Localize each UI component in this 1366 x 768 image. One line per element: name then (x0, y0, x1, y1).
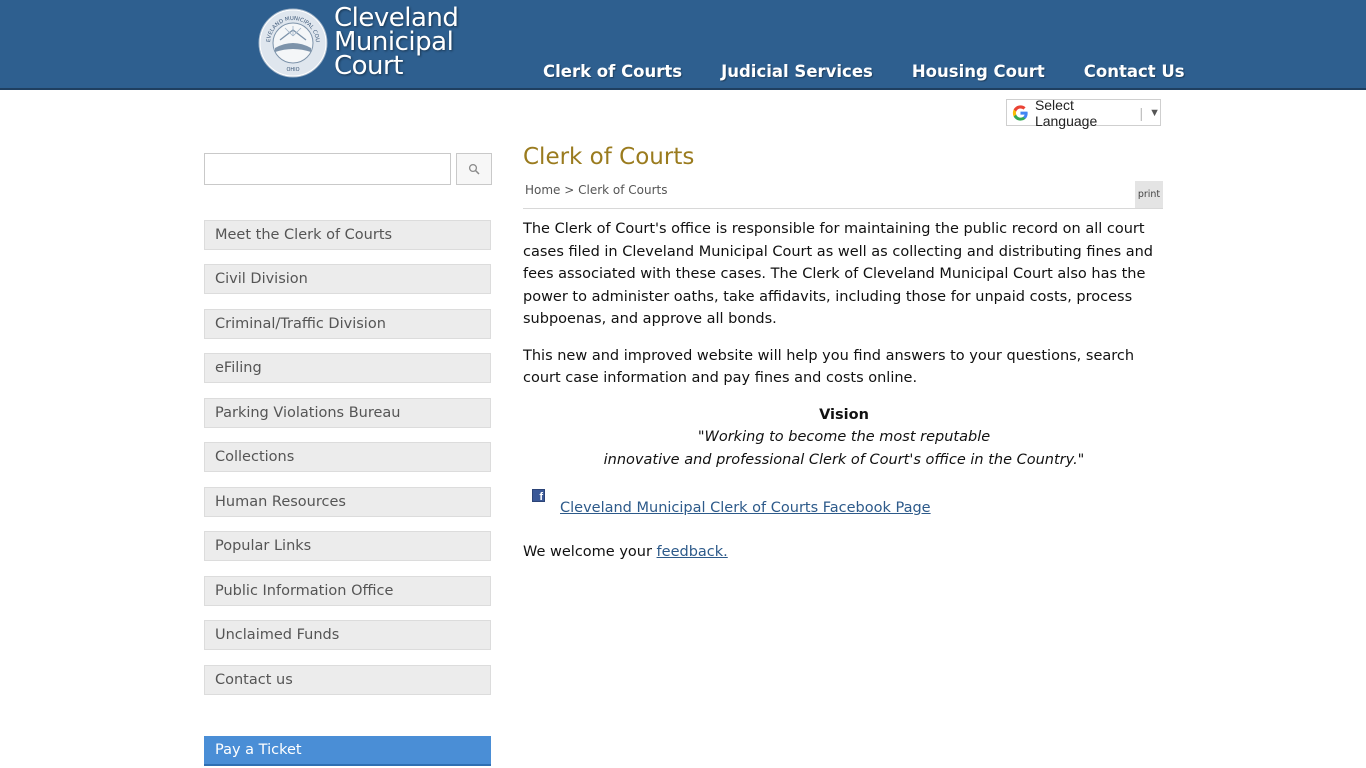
nav-clerk-of-courts[interactable]: Clerk of Courts (543, 62, 682, 81)
pay-a-ticket-button[interactable]: Pay a Ticket (204, 736, 491, 766)
vision-quote-line: innovative and professional Clerk of Cou… (603, 451, 1085, 468)
google-g-icon (1012, 104, 1028, 121)
sidebar-item-civil-division[interactable]: Civil Division (204, 264, 491, 294)
sidebar-item-contact-us[interactable]: Contact us (204, 665, 491, 695)
breadcrumb: Home > Clerk of Courts (525, 183, 668, 197)
search-icon (468, 163, 480, 175)
language-select[interactable]: Select Language | ▼ (1006, 96, 1161, 129)
facebook-icon[interactable]: f (532, 489, 545, 503)
intro-paragraph: The Clerk of Court's office is responsib… (523, 221, 1154, 327)
search-button[interactable] (456, 153, 492, 185)
seal-bottom-text: OHIO (286, 67, 299, 73)
breadcrumb-home-link[interactable]: Home (525, 183, 560, 197)
logo-line: Court (334, 51, 403, 81)
page-title: Clerk of Courts (523, 144, 695, 170)
vision-block: Vision "Working to become the most reput… (523, 404, 1165, 472)
print-button[interactable]: print (1135, 181, 1163, 208)
site-logo-text[interactable]: Cleveland Municipal Court (334, 5, 459, 81)
title-divider (523, 208, 1163, 209)
nav-housing-court[interactable]: Housing Court (912, 62, 1045, 81)
divider: | (1139, 104, 1144, 121)
court-seal-icon[interactable]: CLEVELAND MUNICIPAL COURT OHIO (258, 8, 328, 78)
vision-quote-line: "Working to become the most reputable (697, 429, 991, 445)
feedback-link[interactable]: feedback. (657, 544, 728, 560)
sidebar-item-meet-the-clerk[interactable]: Meet the Clerk of Courts (204, 220, 491, 250)
main-content: The Clerk of Court's office is responsib… (523, 218, 1165, 563)
main-nav: Clerk of Courts Judicial Services Housin… (543, 62, 1224, 81)
breadcrumb-separator: > (560, 183, 579, 197)
facebook-page-link[interactable]: Cleveland Municipal Clerk of Courts Face… (560, 497, 931, 520)
sidebar-item-parking-violations[interactable]: Parking Violations Bureau (204, 398, 491, 428)
facebook-row: f Cleveland Municipal Clerk of Courts Fa… (523, 489, 1165, 520)
sidebar-item-efiling[interactable]: eFiling (204, 353, 491, 383)
website-paragraph: This new and improved website will help … (523, 347, 1135, 387)
vision-title: Vision (819, 406, 869, 423)
nav-contact-us[interactable]: Contact Us (1084, 62, 1185, 81)
sidebar-item-human-resources[interactable]: Human Resources (204, 487, 491, 517)
breadcrumb-current: Clerk of Courts (578, 183, 668, 197)
search-input[interactable] (204, 153, 451, 185)
sidebar-item-criminal-traffic[interactable]: Criminal/Traffic Division (204, 309, 491, 339)
dropdown-arrow-icon: ▼ (1149, 106, 1160, 119)
nav-judicial-services[interactable]: Judicial Services (721, 62, 873, 81)
welcome-text: We welcome your (523, 543, 657, 560)
sidebar-item-popular-links[interactable]: Popular Links (204, 531, 491, 561)
language-select-label: Select Language (1034, 96, 1098, 129)
sidebar-item-unclaimed-funds[interactable]: Unclaimed Funds (204, 620, 491, 650)
site-header: CLEVELAND MUNICIPAL COURT OHIO Cleveland… (0, 0, 1366, 90)
sidebar-item-collections[interactable]: Collections (204, 442, 491, 472)
feedback-line: We welcome your feedback. (523, 541, 1165, 564)
sidebar-item-public-information[interactable]: Public Information Office (204, 576, 491, 606)
